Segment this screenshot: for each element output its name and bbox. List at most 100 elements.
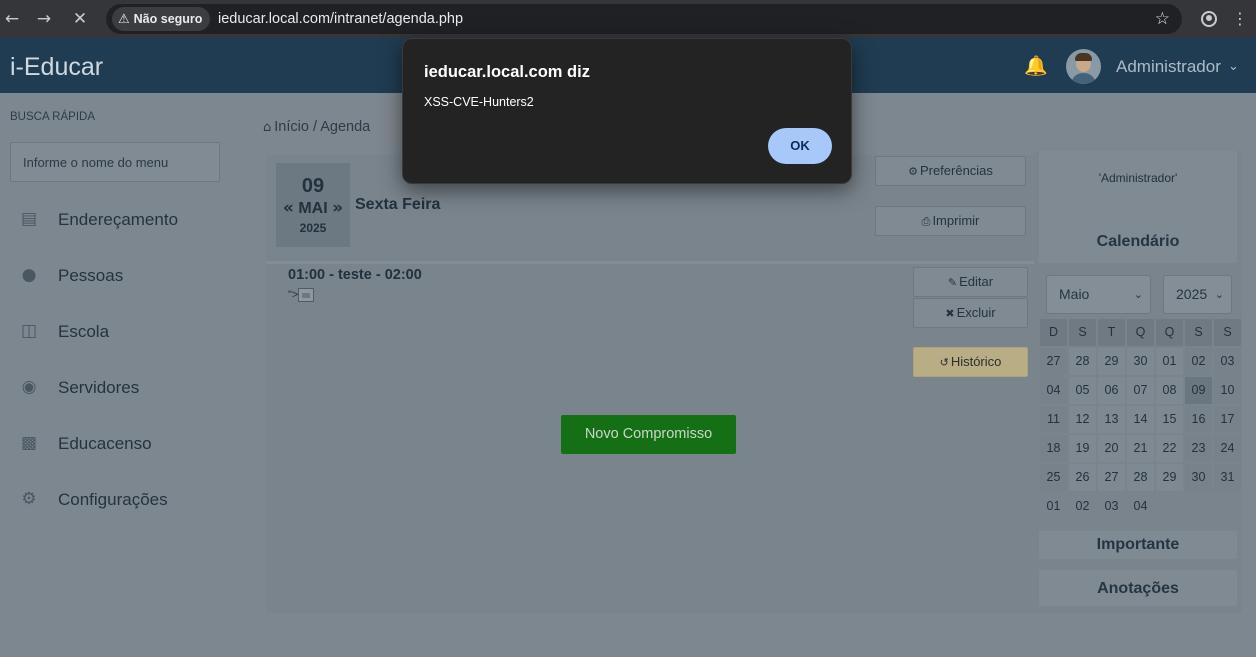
calendar-day[interactable]: 05 <box>1069 377 1096 404</box>
date-year: 2025 <box>299 221 327 235</box>
calendar-day[interactable]: 25 <box>1040 464 1067 491</box>
broken-image-icon <box>298 288 315 302</box>
sidebar-item-pessoas[interactable]: ● Pessoas <box>0 256 242 296</box>
more-icon[interactable]: ⋮ <box>1228 7 1252 31</box>
calendar-day[interactable]: 14 <box>1127 406 1154 433</box>
calendar-day[interactable]: 24 <box>1214 435 1241 462</box>
calendar-weekday-header: Q <box>1127 319 1154 346</box>
breadcrumb-home[interactable]: Início <box>274 119 309 135</box>
chevron-down-icon: ⌄ <box>1214 288 1224 301</box>
calendar-day[interactable]: 18 <box>1040 435 1067 462</box>
chevron-down-icon: ⌄ <box>1133 288 1143 301</box>
calendar-day[interactable]: 29 <box>1098 348 1125 375</box>
breadcrumb: ⌂ Início / Agenda <box>263 119 370 135</box>
panel-user-name: 'Administrador' <box>1098 171 1178 185</box>
url-text[interactable]: ieducar.local.com/intranet/agenda.php <box>218 4 463 34</box>
calendar-day[interactable]: 31 <box>1214 464 1241 491</box>
calendar-day[interactable]: 23 <box>1185 435 1212 462</box>
date-day: 09 <box>301 175 325 197</box>
important-title[interactable]: Importante <box>1039 536 1237 554</box>
pencil-icon: ✎ <box>947 276 958 289</box>
new-appointment-button[interactable]: Novo Compromisso <box>561 415 736 454</box>
print-label: Imprimir <box>932 213 980 228</box>
calendar-day[interactable]: 06 <box>1098 377 1125 404</box>
calendar-title: Calendário <box>1096 233 1180 250</box>
calendar-day[interactable]: 22 <box>1156 435 1183 462</box>
divider <box>266 261 1034 264</box>
calendar-day[interactable]: 21 <box>1127 435 1154 462</box>
weekday-label: Sexta Feira <box>355 196 441 213</box>
calendar-day[interactable]: 02 <box>1185 348 1212 375</box>
delete-button[interactable]: ✖ Excluir <box>913 298 1028 328</box>
sidebar-item-enderecamento[interactable]: ▤ Endereçamento <box>0 200 242 240</box>
calendar-day[interactable]: 13 <box>1098 406 1125 433</box>
calendar-day[interactable]: 30 <box>1127 348 1154 375</box>
calendar-weekday-header: D <box>1040 319 1067 346</box>
preferences-button[interactable]: ⚙ Preferências <box>875 156 1026 186</box>
calendar-day[interactable]: 20 <box>1098 435 1125 462</box>
next-month-arrow[interactable]: » <box>332 198 343 218</box>
calendar-day[interactable]: 03 <box>1098 493 1125 520</box>
calendar-day[interactable]: 09 <box>1185 377 1212 404</box>
calendar-day[interactable]: 30 <box>1185 464 1212 491</box>
user-menu-name[interactable]: Administrador <box>1116 38 1221 96</box>
event-title: 01:00 - teste - 02:00 <box>288 267 422 283</box>
sidebar-item-label: Escola <box>58 322 110 341</box>
app-logo[interactable]: i-Educar <box>10 38 103 96</box>
security-label: Não seguro <box>133 12 203 26</box>
sidebar-item-escola[interactable]: ◫ Escola <box>0 312 242 352</box>
calendar-day[interactable]: 15 <box>1156 406 1183 433</box>
calendar-day[interactable]: 01 <box>1040 493 1067 520</box>
calendar-day[interactable]: 16 <box>1185 406 1212 433</box>
calendar-day[interactable]: 08 <box>1156 377 1183 404</box>
address-bar[interactable]: ⚠ Não seguro ieducar.local.com/intranet/a… <box>106 4 1182 34</box>
chevron-down-icon[interactable]: ⌄ <box>1228 38 1239 96</box>
year-select[interactable]: 2025 ⌄ <box>1163 275 1232 314</box>
calendar-day[interactable]: 27 <box>1040 348 1067 375</box>
avatar[interactable] <box>1066 49 1101 84</box>
home-icon[interactable]: ⌂ <box>263 120 271 135</box>
edit-button[interactable]: ✎ Editar <box>913 267 1028 297</box>
calendar-day[interactable]: 17 <box>1214 406 1241 433</box>
star-icon[interactable]: ☆ <box>1155 4 1170 34</box>
security-chip[interactable]: ⚠ Não seguro <box>112 7 211 31</box>
calendar-day[interactable]: 29 <box>1156 464 1183 491</box>
calendar-day[interactable]: 02 <box>1069 493 1096 520</box>
calendar-day[interactable]: 28 <box>1127 464 1154 491</box>
date-month-row: « MAI » <box>276 198 350 218</box>
calendar-day[interactable]: 27 <box>1098 464 1125 491</box>
calendar-day[interactable]: 19 <box>1069 435 1096 462</box>
bell-icon[interactable]: 🔔 <box>1024 54 1048 78</box>
preferences-label: Preferências <box>919 163 993 178</box>
calendar-day[interactable]: 11 <box>1040 406 1067 433</box>
sidebar-item-label: Pessoas <box>58 266 124 285</box>
calendar-day[interactable]: 12 <box>1069 406 1096 433</box>
print-button[interactable]: ⎙ Imprimir <box>875 206 1026 236</box>
calendar-day[interactable]: 01 <box>1156 348 1183 375</box>
calendar-day[interactable]: 10 <box>1214 377 1241 404</box>
profile-icon[interactable] <box>1201 11 1217 27</box>
notes-title[interactable]: Anotações <box>1039 580 1237 598</box>
sidebar-item-configuracoes[interactable]: ⚙ Configurações <box>0 480 242 520</box>
calendar-day[interactable]: 04 <box>1127 493 1154 520</box>
sidebar-item-educacenso[interactable]: ▩ Educacenso <box>0 424 242 464</box>
history-button[interactable]: ↺ Histórico <box>913 347 1028 377</box>
calendar-day[interactable]: 03 <box>1214 348 1241 375</box>
sidebar-item-servidores[interactable]: ◉ Servidores <box>0 368 242 408</box>
calendar-day[interactable]: 28 <box>1069 348 1096 375</box>
quick-search-input[interactable] <box>10 142 220 182</box>
dialog-title: ieducar.local.com diz <box>424 63 590 81</box>
gear-icon: ⚙ <box>908 165 918 178</box>
ok-button[interactable]: OK <box>768 128 832 164</box>
forward-icon[interactable]: → <box>32 7 56 31</box>
print-icon: ⎙ <box>921 215 931 228</box>
calendar-day[interactable]: 07 <box>1127 377 1154 404</box>
important-block: Importante <box>1039 531 1237 559</box>
calendar-day[interactable]: 04 <box>1040 377 1067 404</box>
calendar-weekday-header: S <box>1069 319 1096 346</box>
prev-month-arrow[interactable]: « <box>283 198 294 218</box>
month-select[interactable]: Maio ⌄ <box>1046 275 1151 314</box>
stop-icon[interactable]: ✕ <box>68 7 92 31</box>
calendar-day[interactable]: 26 <box>1069 464 1096 491</box>
back-icon[interactable]: ← <box>0 7 24 31</box>
